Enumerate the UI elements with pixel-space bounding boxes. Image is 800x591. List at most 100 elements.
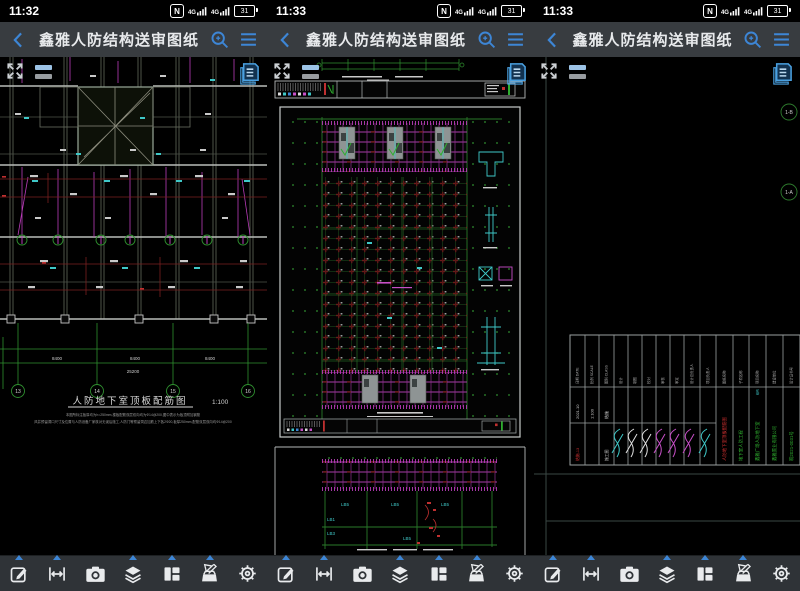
active-tool-caret-icon [739,555,747,560]
edit-icon [276,564,296,584]
drawing-pages-button[interactable] [770,61,793,91]
titleblock-label: 设计 [618,377,623,384]
nav-bar: 鑫雅人防结构送审图纸 [0,22,267,57]
settings-icon [771,563,792,584]
edit-button[interactable] [541,562,565,586]
titleblock-label: 校对 [646,377,651,384]
clock: 11:33 [276,4,306,18]
hamburger-menu-icon[interactable] [768,26,795,53]
measure-icon [47,564,67,584]
screenshot-panel-1: 11:32 N 4G 4G 31 鑫雅人防结构送审图纸 [0,0,267,590]
search-magnifier-icon[interactable] [739,26,766,53]
toolbox-button[interactable] [731,562,755,586]
bottom-toolbar [0,555,267,591]
camera-button[interactable] [350,562,374,586]
signal-icon: 4G [744,6,763,16]
signal-icon: 4G [721,6,740,16]
view-mode-bars[interactable] [35,65,52,79]
camera-icon [85,565,106,583]
active-tool-caret-icon [549,555,557,560]
blue-bar [35,65,52,70]
drawing-pages-button[interactable] [237,61,260,91]
slab-label: LB5 [403,536,412,541]
view-mode-bars[interactable] [302,65,319,79]
page-title: 鑫雅人防结构送审图纸 [301,29,471,50]
signal-icon: 4G [188,6,207,16]
fullscreen-expand-icon[interactable] [5,61,25,86]
search-magnifier-icon[interactable] [206,26,233,53]
active-tool-caret-icon [663,555,671,560]
titleblock-label: 比例 SCALE [589,364,594,384]
nav-bar: 鑫雅人防结构送审图纸 [267,22,534,57]
titleblock-label: 图别 CLASS [604,364,609,384]
settings-button[interactable] [236,562,260,586]
titleblock-value: 1:100 [589,408,594,419]
back-button[interactable] [539,26,566,53]
nfc-icon: N [170,4,184,18]
layout-button[interactable] [693,562,717,586]
toolbox-button[interactable] [198,562,222,586]
active-tool-caret-icon [168,555,176,560]
active-tool-caret-icon [473,555,481,560]
edit-button[interactable] [274,562,298,586]
cad-viewport-titleblock[interactable]: 1-B 1-A 日期 DATE2021.10结施-13比例 SCALE1:100… [534,57,800,555]
titleblock-value: 结施-13 [575,448,580,461]
active-tool-caret-icon [435,555,443,560]
titleblock-value: 鑫雅置业有限公司 [771,426,778,461]
camera-button[interactable] [617,562,641,586]
sheet-title-text: 人防地下室顶板配筋图 [72,395,187,407]
signature-scribble [699,429,710,457]
fullscreen-expand-icon[interactable] [272,61,292,86]
gray-bar [302,74,319,79]
status-bar: 11:33 N 4G 4G 31 [534,0,800,22]
titleblock-value: 结施 [603,411,609,419]
cad-viewport-plan-detail[interactable]: 13 14 15 16 8400 8400 8400 25200 人防地下室顶板… [0,57,267,555]
search-magnifier-icon[interactable] [473,26,500,53]
layers-button[interactable] [655,562,679,586]
measure-button[interactable] [312,562,336,586]
back-button[interactable] [5,26,32,53]
layers-button[interactable] [121,562,145,586]
active-tool-caret-icon [701,555,709,560]
signal-icon: 4G [211,6,230,16]
active-tool-caret-icon [396,555,404,560]
toolbox-icon [466,563,487,584]
cad-viewport-sheet-overview[interactable]: LB5 LB5 LB5 LB1 LB3 LB5 [267,57,534,555]
camera-button[interactable] [83,562,107,586]
status-bar: 11:33 N 4G 4G 31 [267,0,534,22]
page-title: 鑫雅人防结构送审图纸 [568,29,737,50]
nfc-icon: N [703,4,717,18]
settings-button[interactable] [769,562,793,586]
hamburger-menu-icon[interactable] [502,26,529,53]
blue-bar [302,65,319,70]
layers-icon [123,564,143,584]
drawing-pages-button[interactable] [504,61,527,91]
battery-icon: 31 [501,5,522,17]
toolbox-button[interactable] [465,562,489,586]
edit-button[interactable] [7,562,31,586]
back-button[interactable] [272,26,299,53]
active-tool-caret-icon [320,555,328,560]
sheet-note-line: 风井预留洞口尺寸及位置与人防设备厂家核对无误后施工,人防门等预留洞边加筋上下各2… [34,419,232,424]
slab-label: LB5 [441,502,450,507]
layout-icon [695,564,715,584]
settings-icon [237,563,258,584]
edit-icon [9,564,29,584]
measure-button[interactable] [579,562,603,586]
view-mode-bars[interactable] [569,65,586,79]
titleblock-label: 子项名称 [738,370,743,384]
titleblock-label: 设计证书号 [789,366,794,384]
layout-button[interactable] [427,562,451,586]
measure-button[interactable] [45,562,69,586]
hamburger-menu-icon[interactable] [235,26,262,53]
bottom-toolbar [534,555,800,591]
screenshot-panel-3: 11:33 N 4G 4G 31 鑫雅人防结构送审图纸 1-B 1-A 日期 D… [534,0,800,590]
layers-button[interactable] [388,562,412,586]
layout-button[interactable] [160,562,184,586]
settings-button[interactable] [503,562,527,586]
sheet-scale-text: 1:100 [212,399,229,406]
titleblock-label: 制图 [632,377,637,384]
titleblock-value: 施工图 [604,449,609,461]
camera-icon [619,565,640,583]
fullscreen-expand-icon[interactable] [539,61,559,86]
